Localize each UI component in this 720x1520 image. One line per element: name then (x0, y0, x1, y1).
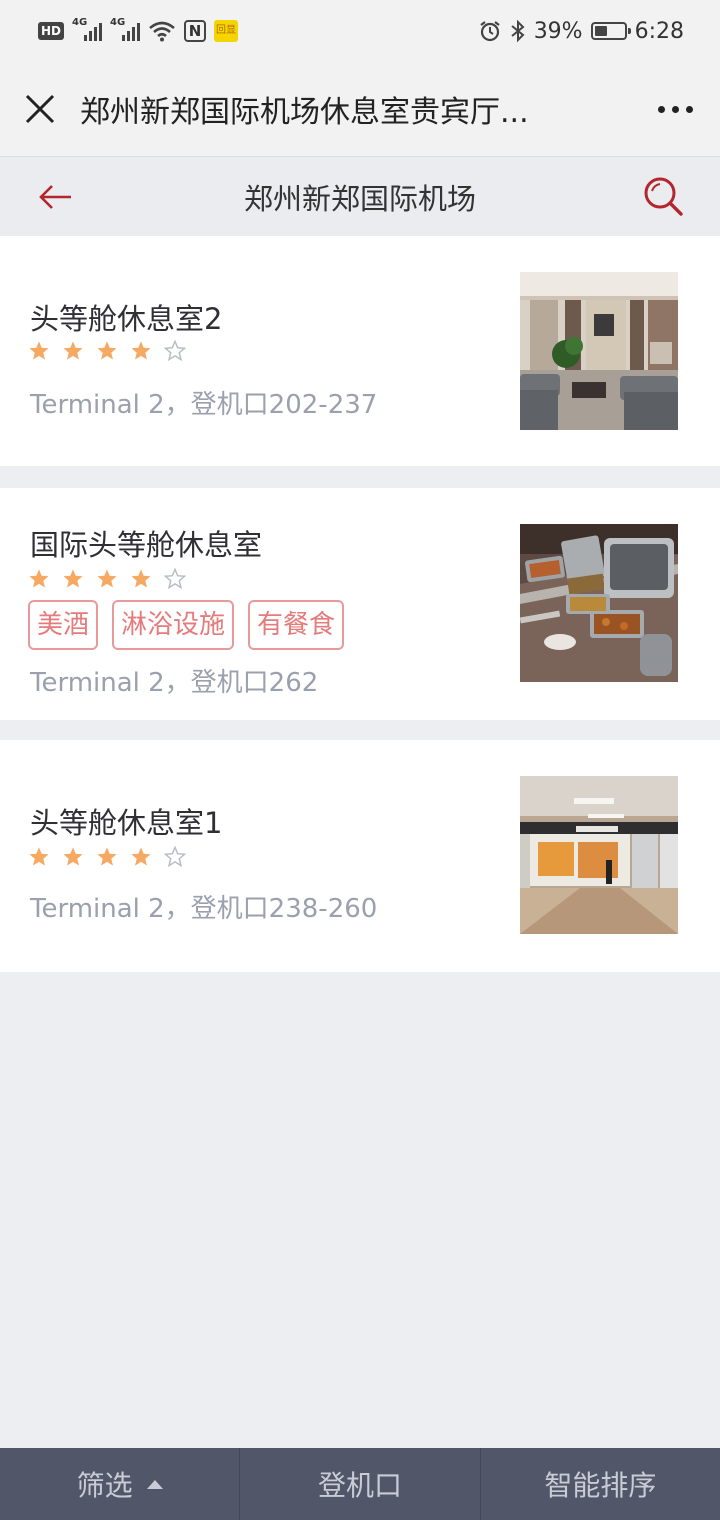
star-filled-icon (29, 569, 49, 588)
amenity-tag: 淋浴设施 (112, 600, 235, 650)
amenity-tag: 美酒 (28, 600, 99, 650)
airport-header: 郑州新郑国际机场 (0, 156, 720, 236)
lounge-card[interactable]: 头等舱休息室2 Terminal 2，登机口202-237 (0, 236, 720, 466)
search-icon (644, 177, 683, 216)
amenity-tag: 有餐食 (248, 600, 345, 650)
gate-button[interactable]: 登机口 (239, 1448, 479, 1520)
lounge-photo (520, 272, 678, 430)
lounge-photo (520, 524, 678, 682)
app-notification-icon: 回显 (214, 20, 239, 42)
lounge-name: 头等舱休息室2 (30, 302, 223, 336)
more-dot-icon (671, 105, 679, 113)
lounge-location: Terminal 2，登机口202-237 (30, 390, 378, 420)
rating-stars (28, 846, 186, 868)
airport-title: 郑州新郑国际机场 (243, 181, 476, 216)
rating-stars (28, 340, 186, 362)
signal-icon: 4G (72, 17, 103, 41)
lounge-photo (520, 776, 678, 934)
star-empty-icon (164, 340, 186, 362)
more-dot-icon (657, 105, 665, 113)
close-button[interactable] (0, 62, 80, 156)
star-filled-icon (131, 847, 151, 866)
close-icon (25, 94, 55, 124)
page-title: 郑州新郑国际机场休息室贵宾厅... (80, 95, 529, 130)
status-bar: HD 4G 4G N 回显 39% 6:28 (0, 0, 720, 62)
smart-sort-button[interactable]: 智能排序 (479, 1448, 720, 1520)
bluetooth-icon (511, 19, 525, 43)
wifi-icon (149, 21, 175, 42)
star-filled-icon (63, 341, 83, 360)
lounge-card[interactable]: 国际头等舱休息室 美酒 淋浴设施 有餐食 Terminal 2，登机口262 (0, 488, 720, 720)
star-filled-icon (63, 847, 83, 866)
star-filled-icon (97, 847, 117, 866)
more-dot-icon (685, 105, 693, 113)
caret-up-icon (146, 1479, 163, 1489)
lounge-location: Terminal 2，登机口262 (30, 668, 319, 698)
amenity-tags: 美酒 淋浴设施 有餐食 (28, 600, 345, 650)
back-button[interactable] (34, 175, 78, 219)
clock: 6:28 (634, 18, 684, 44)
star-filled-icon (63, 569, 83, 588)
lounge-name: 国际头等舱休息室 (30, 528, 263, 562)
star-filled-icon (29, 847, 49, 866)
filter-button[interactable]: 筛选 (0, 1448, 239, 1520)
battery-icon (590, 22, 631, 40)
star-filled-icon (29, 341, 49, 360)
lounge-card[interactable]: 头等舱休息室1 Terminal 2，登机口238-260 (0, 740, 720, 972)
star-filled-icon (97, 341, 117, 360)
star-filled-icon (131, 341, 151, 360)
star-empty-icon (164, 568, 186, 590)
gate-label: 登机口 (317, 1469, 402, 1502)
lounge-location: Terminal 2，登机口238-260 (30, 894, 378, 924)
lounge-name: 头等舱休息室1 (30, 806, 223, 840)
search-button[interactable] (640, 173, 686, 219)
back-arrow-icon (39, 185, 71, 209)
title-bar: 郑州新郑国际机场休息室贵宾厅... (0, 62, 720, 156)
star-filled-icon (97, 569, 117, 588)
alarm-icon (480, 21, 500, 42)
star-empty-icon (164, 846, 186, 868)
rating-stars (28, 568, 186, 590)
hd-icon: HD (38, 22, 65, 40)
sort-label: 智能排序 (544, 1469, 657, 1502)
star-filled-icon (131, 569, 151, 588)
nfc-icon: N (184, 20, 207, 42)
filter-label: 筛选 (76, 1469, 133, 1502)
signal-icon: 4G (110, 17, 141, 41)
more-options-button[interactable] (630, 62, 720, 156)
bottom-filter-bar: 筛选 登机口 智能排序 (0, 1448, 720, 1520)
battery-percent: 39% (533, 18, 583, 44)
